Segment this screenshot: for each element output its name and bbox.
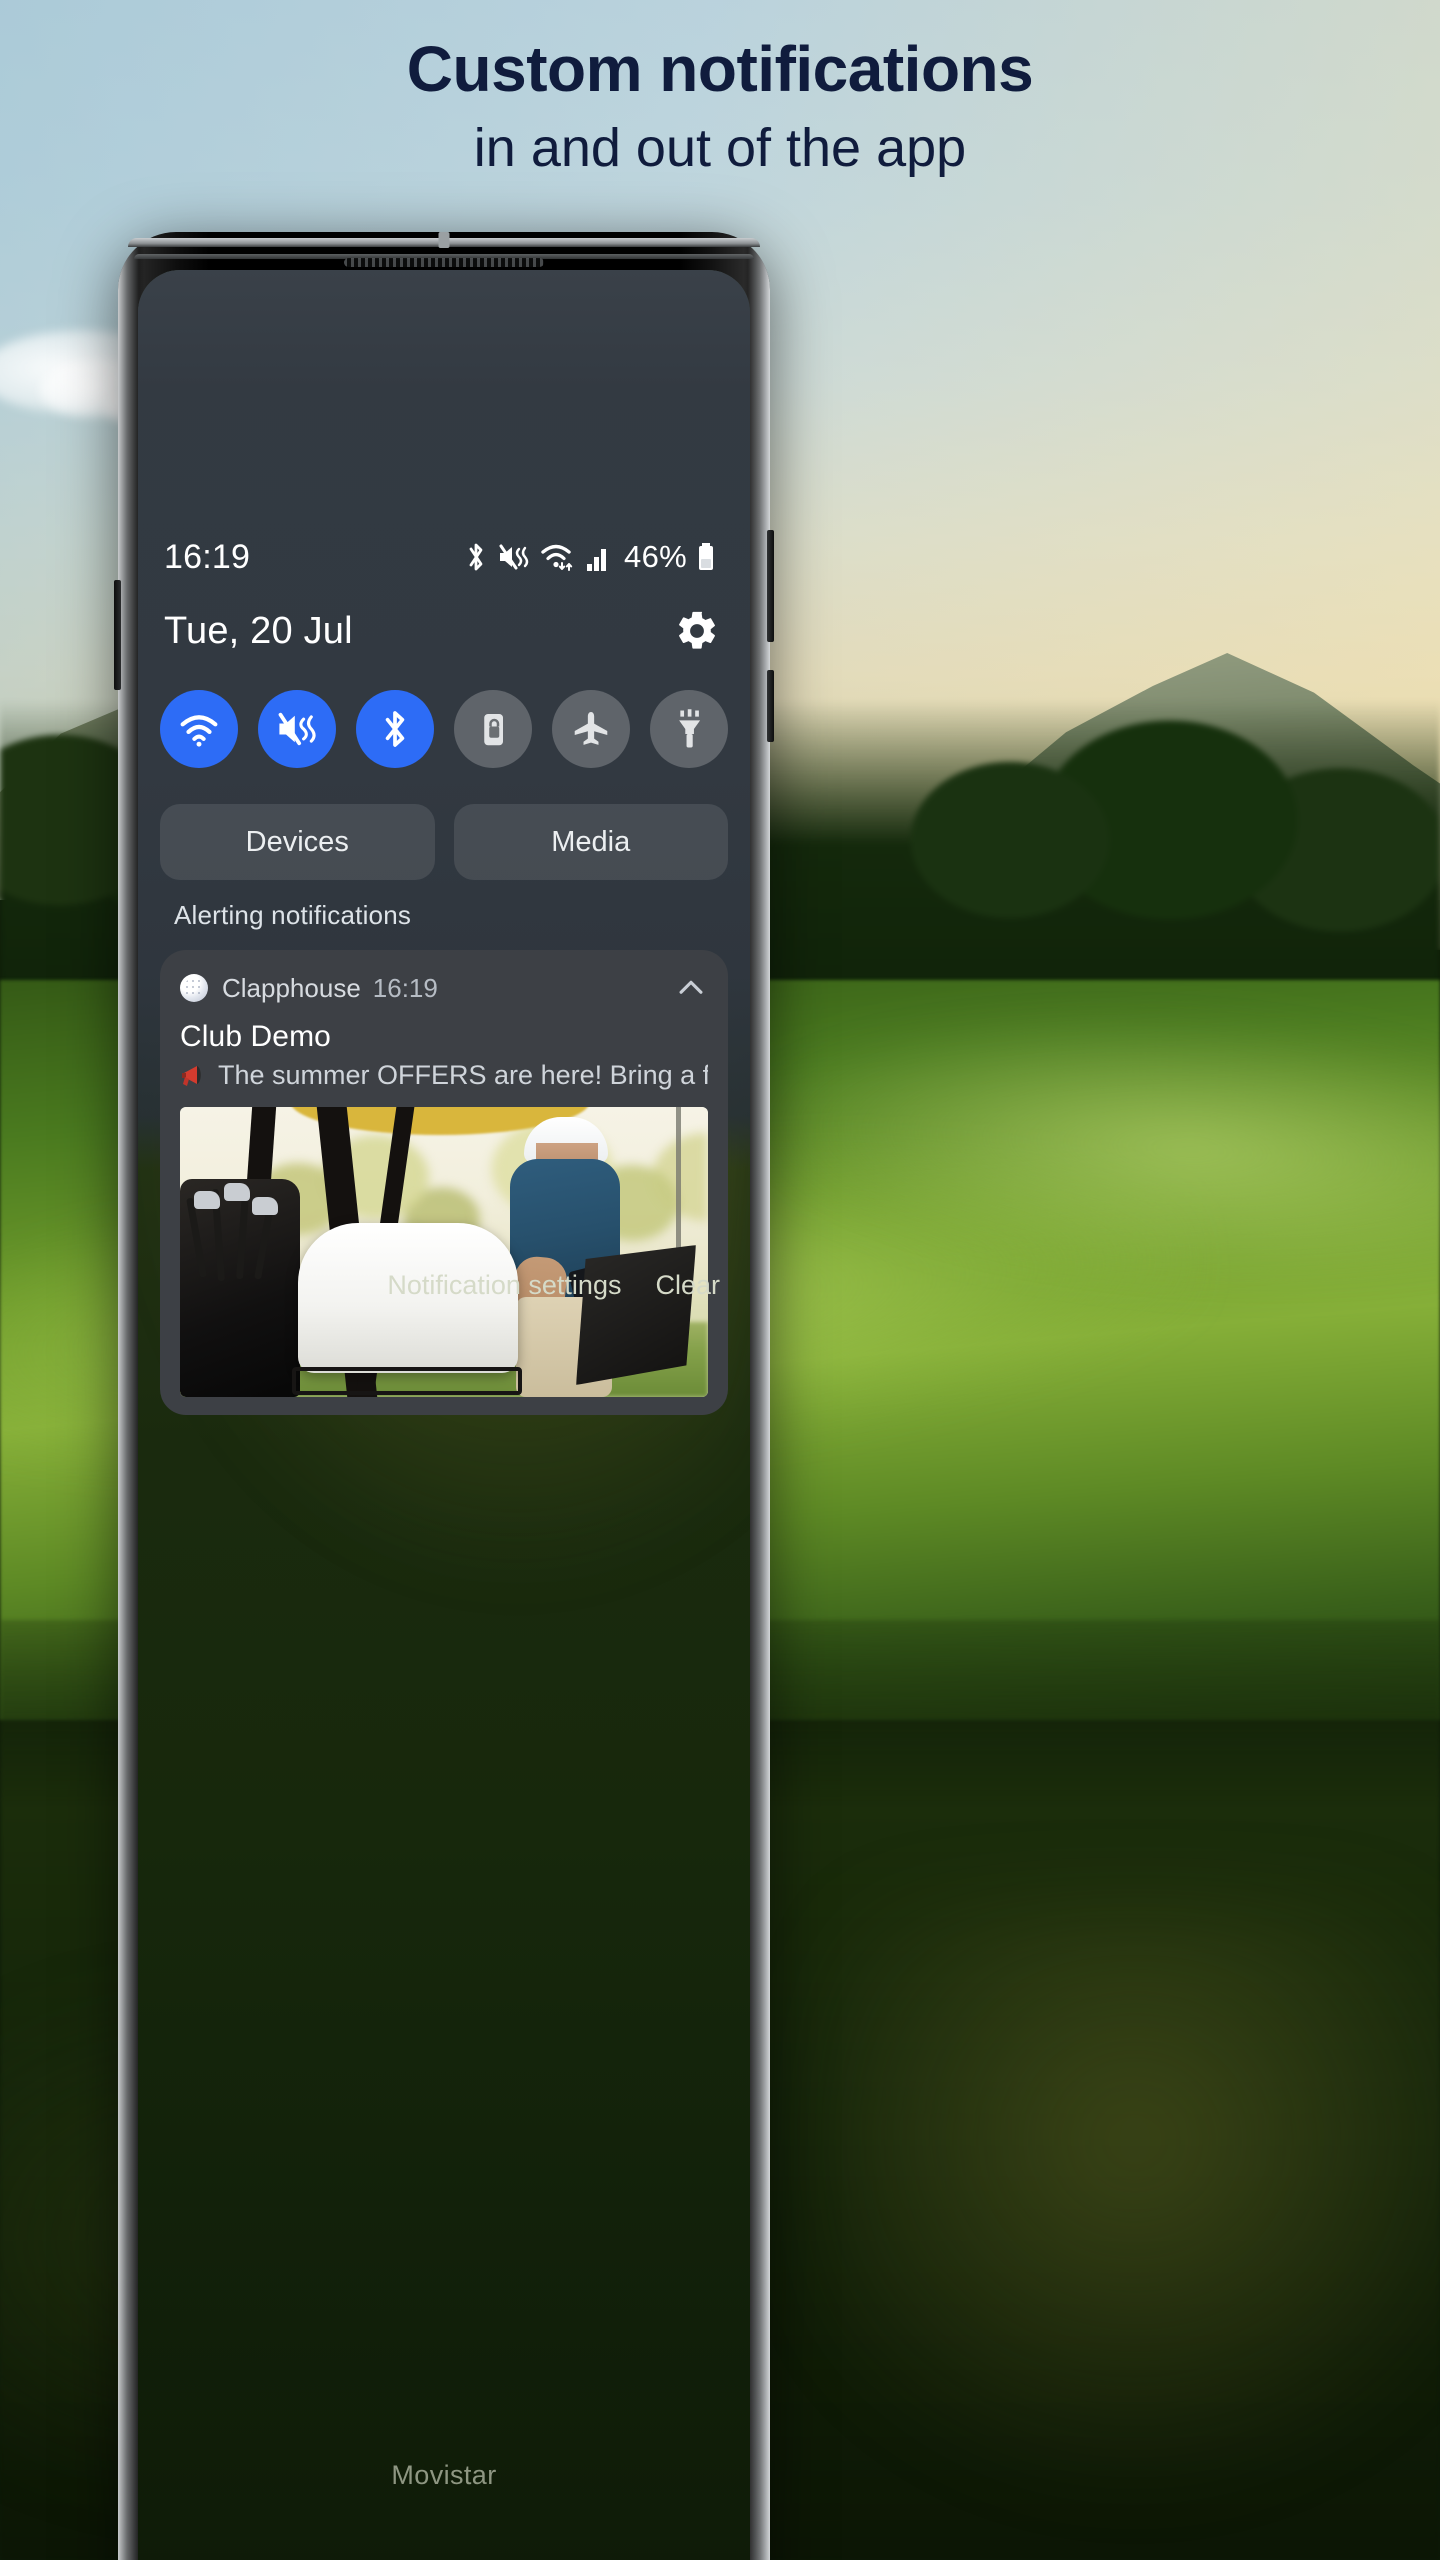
golf-ball-icon <box>180 974 208 1002</box>
wifi-icon <box>180 715 218 747</box>
alerting-notifications-label: Alerting notifications <box>174 900 412 930</box>
airplane-icon <box>574 711 608 745</box>
photo-club-head <box>252 1197 278 1215</box>
toggle-bluetooth[interactable] <box>356 690 434 768</box>
notification-title: Club Demo <box>180 1020 331 1053</box>
notification-card[interactable]: Clapphouse 16:19 Club Demo The summer OF… <box>160 950 728 1415</box>
media-button[interactable]: Media <box>453 804 728 880</box>
notification-app-name: Clapphouse <box>222 972 361 1003</box>
photo-golf-club <box>186 1197 207 1278</box>
clear-button[interactable]: Clear <box>655 1270 720 1301</box>
battery-percent-label: 46% <box>624 539 687 574</box>
notification-footer-actions: Notification settings Clear <box>387 1270 720 1301</box>
mute-vibrate-icon <box>499 544 529 570</box>
power-button[interactable] <box>767 670 774 742</box>
notification-big-picture <box>180 1107 708 1397</box>
photo-golf-bag <box>180 1179 300 1397</box>
promo-copy: Custom notifications in and out of the a… <box>0 32 1440 183</box>
gear-icon[interactable] <box>674 608 720 654</box>
toggle-wifi[interactable] <box>160 690 238 768</box>
bluetooth-icon <box>469 543 483 571</box>
phone-mockup: 16:19 46% Tue, 20 Jul Devices Media Aler… <box>114 232 774 2560</box>
page-title: Custom notifications <box>406 33 1034 105</box>
flashlight-icon <box>679 709 701 748</box>
chevron-up-icon[interactable] <box>674 971 708 1005</box>
shade-panel-buttons: Devices Media <box>160 804 728 880</box>
megaphone-icon <box>182 1065 201 1086</box>
shade-top-fade <box>138 270 750 390</box>
status-bar: 16:19 46% <box>138 530 750 584</box>
earpiece-speaker <box>344 258 544 267</box>
photo-cart-panel <box>576 1245 696 1385</box>
mute-vibrate-icon <box>278 712 316 746</box>
bluetooth-icon <box>385 711 405 747</box>
phone-top-nub <box>438 232 450 248</box>
rotation-lock-icon <box>484 714 503 746</box>
notification-settings-button[interactable]: Notification settings <box>387 1270 621 1301</box>
notification-time: 16:19 <box>372 972 438 1003</box>
devices-button[interactable]: Devices <box>160 804 435 880</box>
shade-date-label: Tue, 20 Jul <box>164 609 353 652</box>
wifi-icon <box>541 544 573 571</box>
foreground-light-blob <box>820 1900 1440 2500</box>
shade-date-row: Tue, 20 Jul <box>138 600 750 662</box>
toggle-sound-mute[interactable] <box>258 690 336 768</box>
left-side-button[interactable] <box>114 580 121 690</box>
status-bar-icons: 46% <box>464 539 716 575</box>
toggle-airplane-mode[interactable] <box>552 690 630 768</box>
page-subtitle: in and out of the app <box>473 117 967 178</box>
battery-icon <box>699 543 713 570</box>
phone-screen: 16:19 46% Tue, 20 Jul Devices Media Aler… <box>138 270 750 2560</box>
carrier-label: Movistar <box>391 2460 497 2490</box>
toggle-auto-rotate[interactable] <box>454 690 532 768</box>
signal-bars-icon <box>587 549 607 571</box>
photo-golf-club <box>236 1194 249 1280</box>
status-bar-clock: 16:19 <box>164 537 251 576</box>
notification-body-row: The summer OFFERS are here! Bring a frie… <box>180 1060 708 1091</box>
photo-club-head <box>194 1191 220 1209</box>
notification-header: Clapphouse 16:19 <box>180 968 708 1008</box>
photo-seat-frame <box>292 1367 522 1395</box>
notification-body-text: The summer OFFERS are here! Bring a frie… <box>218 1060 708 1090</box>
toggle-flashlight[interactable] <box>650 690 728 768</box>
quick-settings-toggles <box>160 690 728 768</box>
volume-up-button[interactable] <box>767 530 774 642</box>
photo-club-head <box>224 1183 250 1201</box>
